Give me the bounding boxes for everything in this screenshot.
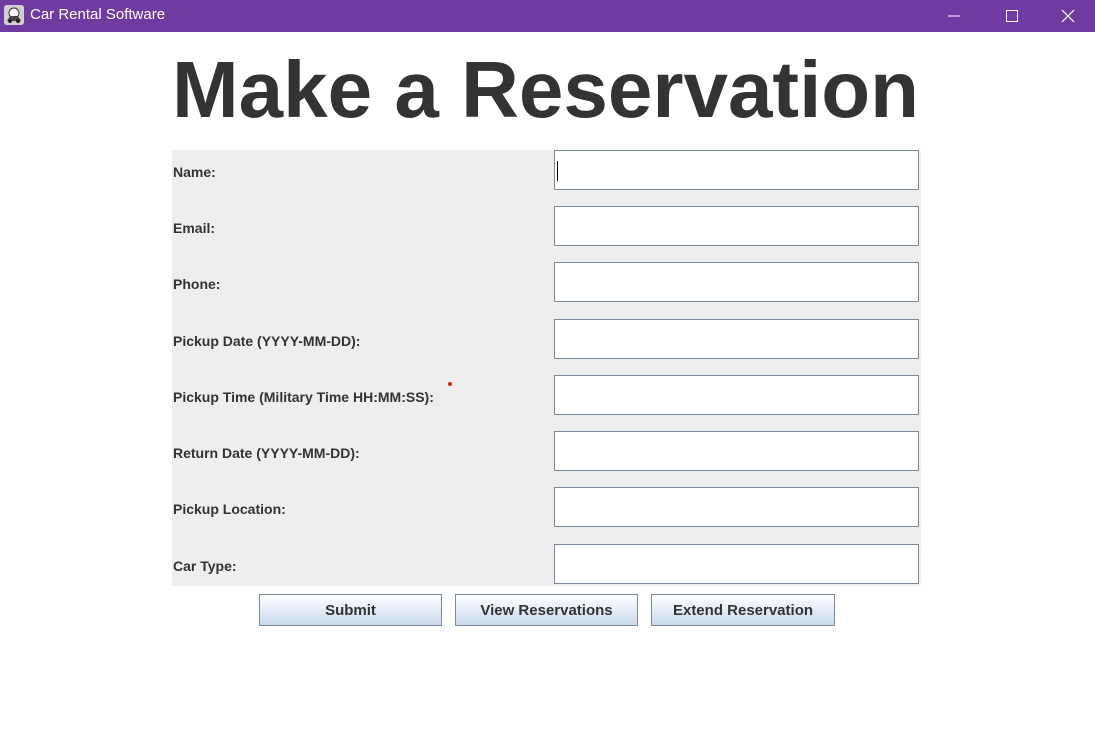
return-date-label: Return Date (YYYY-MM-DD): — [173, 445, 360, 461]
minimize-button[interactable] — [925, 0, 983, 32]
name-input[interactable] — [554, 150, 919, 190]
pickup-date-label: Pickup Date (YYYY-MM-DD): — [173, 333, 361, 349]
pickup-time-label: Pickup Time (Military Time HH:MM:SS): — [173, 389, 434, 405]
pickup-location-label: Pickup Location: — [173, 501, 286, 517]
email-input[interactable] — [554, 206, 919, 246]
form-row-email: Email: — [172, 206, 921, 248]
form-row-pickup-location: Pickup Location: — [172, 487, 921, 529]
phone-input[interactable] — [554, 262, 919, 302]
form-row-pickup-date: Pickup Date (YYYY-MM-DD): — [172, 319, 921, 361]
submit-button[interactable]: Submit — [259, 594, 442, 626]
car-app-icon — [4, 5, 24, 25]
pickup-location-input[interactable] — [554, 487, 919, 527]
return-date-input[interactable] — [554, 431, 919, 471]
name-label: Name: — [173, 164, 216, 180]
form-row-pickup-time: Pickup Time (Military Time HH:MM:SS): — [172, 375, 921, 417]
close-button[interactable] — [1041, 0, 1095, 32]
email-label: Email: — [173, 220, 216, 236]
form-row-return-date: Return Date (YYYY-MM-DD): — [172, 431, 921, 473]
extend-reservation-button[interactable]: Extend Reservation — [651, 594, 835, 626]
page-title: Make a Reservation — [172, 45, 920, 134]
phone-label: Phone: — [173, 276, 221, 292]
car-type-label: Car Type: — [173, 558, 237, 574]
minimize-icon — [948, 15, 960, 17]
title-bar[interactable]: Car Rental Software — [0, 0, 1095, 32]
car-type-input[interactable] — [554, 544, 919, 584]
reservation-form: Name: Email: Phone: Pickup Date (YYYY-MM… — [172, 150, 921, 586]
app-window: Car Rental Software Make a Reservation N… — [0, 0, 1095, 731]
form-row-name: Name: — [172, 150, 921, 192]
maximize-button[interactable] — [983, 0, 1041, 32]
close-icon — [1061, 9, 1075, 23]
maximize-icon — [1006, 10, 1018, 22]
form-row-phone: Phone: — [172, 262, 921, 304]
pickup-date-input[interactable] — [554, 319, 919, 359]
text-cursor — [557, 161, 558, 181]
cursor-marker-dot — [448, 382, 452, 386]
window-title: Car Rental Software — [30, 6, 166, 23]
form-row-car-type: Car Type: — [172, 544, 921, 586]
view-reservations-button[interactable]: View Reservations — [455, 594, 638, 626]
pickup-time-input[interactable] — [554, 375, 919, 415]
